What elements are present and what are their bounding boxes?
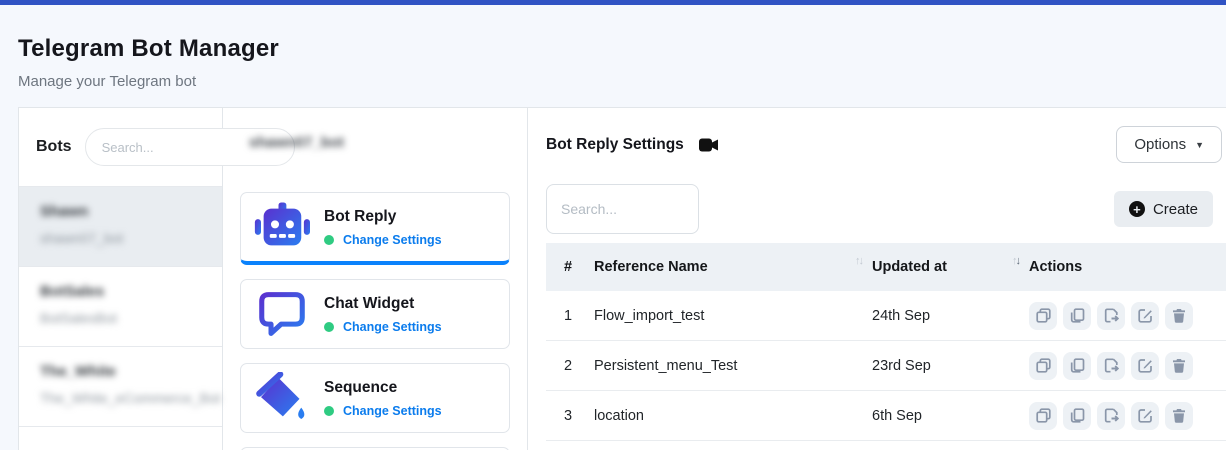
page-header: Telegram Bot Manager Manage your Telegra… (0, 5, 1226, 90)
row-actions (1029, 302, 1226, 330)
table-row: 2 Persistent_menu_Test 23rd Sep (546, 341, 1226, 391)
copy-icon[interactable] (1063, 402, 1091, 430)
feature-card-action: Change Settings (324, 233, 442, 247)
status-dot-icon (324, 406, 334, 416)
delete-icon[interactable] (1165, 352, 1193, 380)
bot-features-panel: shawn07_bot (223, 108, 528, 450)
bot-name: Shawn (40, 203, 201, 220)
bot-username: The_White_eCommerce_Bot (40, 390, 201, 406)
feature-card-action: Change Settings (324, 320, 442, 334)
change-settings-link[interactable]: Change Settings (343, 233, 442, 247)
bot-list-item[interactable]: Shawn shawn07_bot (19, 186, 222, 266)
row-actions (1029, 352, 1226, 380)
robot-icon (253, 202, 311, 252)
row-updated-at: 6th Sep (872, 408, 1029, 424)
column-header-updated[interactable]: Updated at ↑↓ (872, 259, 1029, 275)
row-index: 2 (564, 358, 594, 374)
page-title: Telegram Bot Manager (18, 35, 1226, 63)
bot-username: BotSalesBot (40, 310, 201, 326)
feature-card-action: Change Settings (324, 404, 442, 418)
edit-icon[interactable] (1131, 402, 1159, 430)
table-row: 3 location 6th Sep (546, 391, 1226, 441)
bots-sidebar-header: Bots (19, 108, 222, 186)
row-index: 3 (564, 408, 594, 424)
column-header-index: # (564, 259, 594, 275)
table-header-row: # Reference Name ↑↓ Updated at ↑↓ Action… (546, 243, 1226, 291)
page-subtitle: Manage your Telegram bot (18, 73, 1226, 90)
create-button[interactable]: + Create (1114, 191, 1213, 227)
create-button-label: Create (1153, 201, 1198, 218)
edit-icon[interactable] (1131, 302, 1159, 330)
export-icon[interactable] (1097, 352, 1125, 380)
delete-icon[interactable] (1165, 302, 1193, 330)
clone-icon[interactable] (1029, 402, 1057, 430)
row-reference-name: location (594, 408, 872, 424)
feature-card-body: Bot Reply Change Settings (324, 208, 442, 247)
change-settings-link[interactable]: Change Settings (343, 404, 442, 418)
row-actions (1029, 402, 1226, 430)
row-updated-at: 24th Sep (872, 308, 1029, 324)
column-header-reference[interactable]: Reference Name ↑↓ (594, 259, 872, 275)
status-dot-icon (324, 235, 334, 245)
clone-icon[interactable] (1029, 352, 1057, 380)
row-updated-at: 23rd Sep (872, 358, 1029, 374)
column-header-label: Reference Name (594, 259, 708, 275)
feature-card-title: Chat Widget (324, 295, 442, 313)
sort-icon[interactable]: ↑↓ (855, 255, 862, 267)
copy-icon[interactable] (1063, 352, 1091, 380)
feature-card-chat-widget[interactable]: Chat Widget Change Settings (240, 279, 510, 349)
selected-bot-name: shawn07_bot (249, 134, 527, 152)
feature-card-body: Chat Widget Change Settings (324, 295, 442, 334)
sort-icon[interactable]: ↑↓ (1012, 255, 1019, 267)
bot-list-item[interactable] (19, 426, 222, 450)
bots-sidebar: Bots Shawn shawn07_bot BotSales BotSales… (19, 108, 223, 450)
table-search-input[interactable] (546, 184, 699, 234)
bot-list-item[interactable]: BotSales BotSalesBot (19, 266, 222, 346)
settings-toolbar: + Create (546, 184, 1226, 234)
row-reference-name: Persistent_menu_Test (594, 358, 872, 374)
feature-card-body: Sequence Change Settings (324, 379, 442, 418)
bot-list-item[interactable]: The_White The_White_eCommerce_Bot (19, 346, 222, 426)
export-icon[interactable] (1097, 302, 1125, 330)
main-content: Bots Shawn shawn07_bot BotSales BotSales… (18, 107, 1226, 450)
settings-header: Bot Reply Settings Options ▼ (546, 126, 1226, 163)
plus-circle-icon: + (1129, 201, 1145, 217)
row-reference-name: Flow_import_test (594, 308, 872, 324)
feature-card-title: Sequence (324, 379, 442, 397)
chevron-down-icon: ▼ (1195, 140, 1204, 150)
settings-title: Bot Reply Settings (546, 136, 684, 154)
export-icon[interactable] (1097, 402, 1125, 430)
table-row: 1 Flow_import_test 24th Sep (546, 291, 1226, 341)
bot-name: The_White (40, 363, 201, 380)
bot-reply-settings-panel: Bot Reply Settings Options ▼ + Create # (528, 108, 1226, 450)
row-index: 1 (564, 308, 594, 324)
bots-title: Bots (36, 138, 72, 156)
paint-bucket-icon (253, 373, 311, 423)
change-settings-link[interactable]: Change Settings (343, 320, 442, 334)
feature-card-title: Bot Reply (324, 208, 442, 226)
clone-icon[interactable] (1029, 302, 1057, 330)
feature-card-bot-reply[interactable]: Bot Reply Change Settings (240, 192, 510, 265)
copy-icon[interactable] (1063, 302, 1091, 330)
status-dot-icon (324, 322, 334, 332)
video-camera-icon[interactable] (699, 138, 719, 152)
column-header-label: Updated at (872, 259, 947, 275)
delete-icon[interactable] (1165, 402, 1193, 430)
column-header-actions: Actions (1029, 259, 1226, 275)
options-button-label: Options (1134, 136, 1186, 153)
bot-name: BotSales (40, 283, 201, 300)
feature-card-sequence[interactable]: Sequence Change Settings (240, 363, 510, 433)
edit-icon[interactable] (1131, 352, 1159, 380)
bot-username: shawn07_bot (40, 230, 201, 246)
feature-cards: Bot Reply Change Settings (223, 192, 527, 450)
chat-bubble-icon (253, 289, 311, 339)
options-button[interactable]: Options ▼ (1116, 126, 1222, 163)
